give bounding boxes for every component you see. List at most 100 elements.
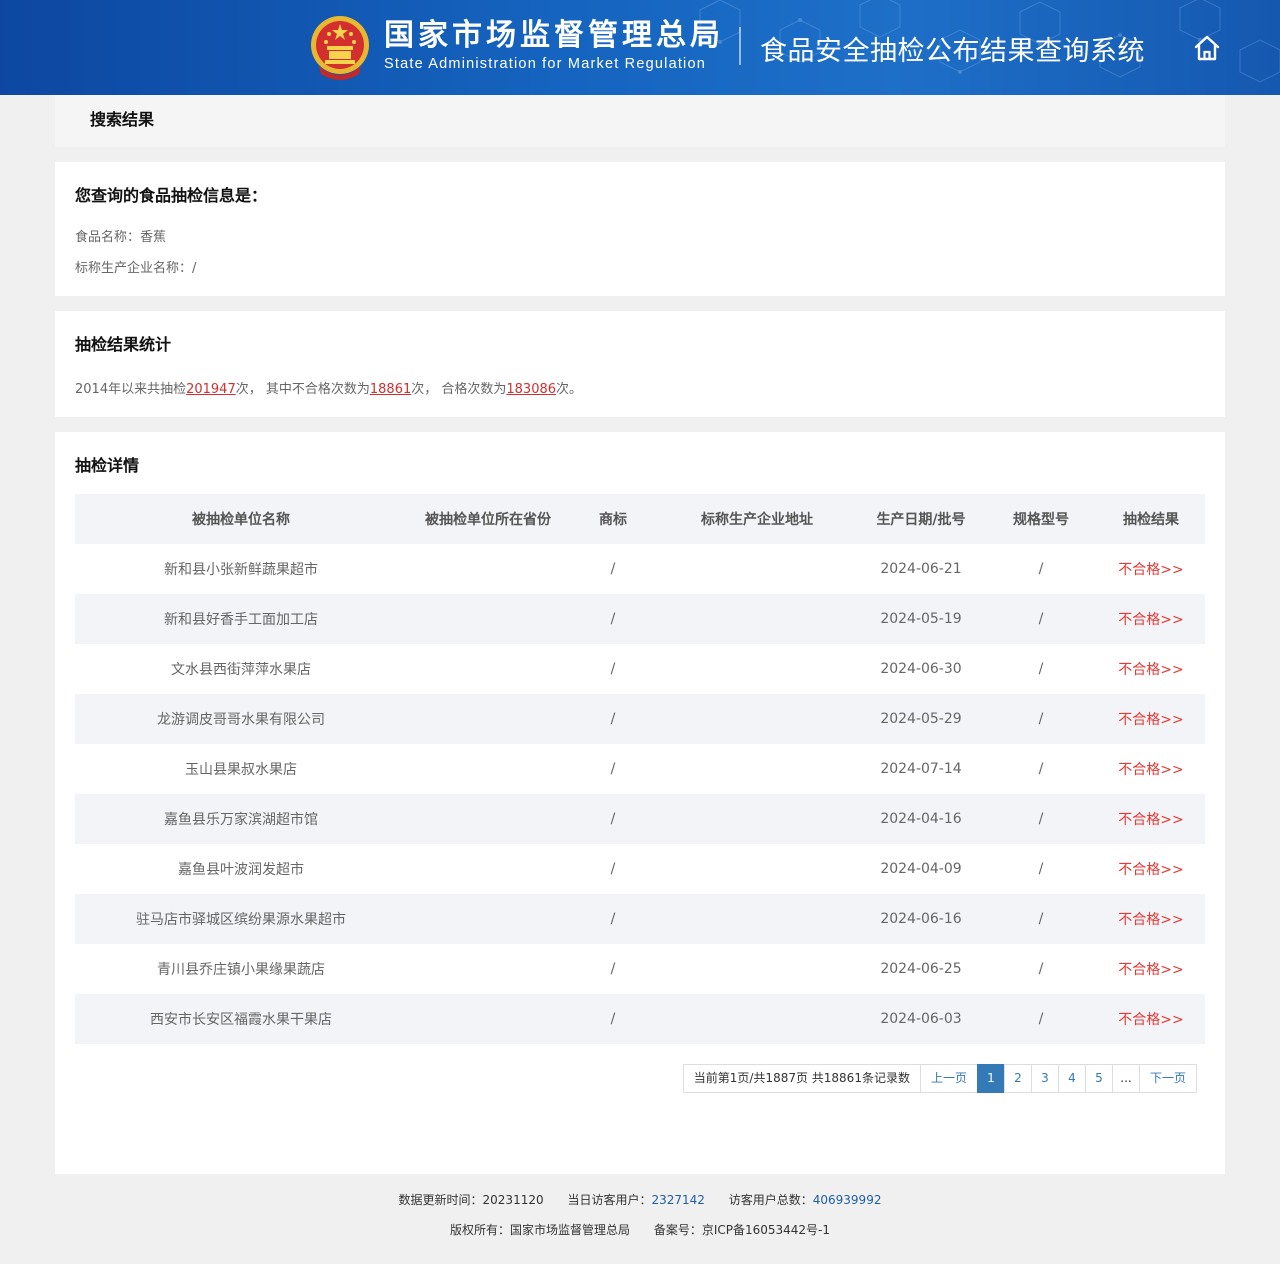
col-header-date: 生产日期/批号 xyxy=(857,494,985,544)
col-header-address: 标称生产企业地址 xyxy=(657,494,857,544)
query-heading: 您查询的食品抽检信息是： xyxy=(75,186,268,205)
cell-spec: / xyxy=(1038,561,1044,577)
result-link[interactable]: 不合格>> xyxy=(1097,994,1205,1044)
table-row: 新和县好香手工面加工店 / 2024-05-19 / 不合格>> xyxy=(75,594,1205,644)
page-button-2[interactable]: 2 xyxy=(1003,1064,1032,1093)
cell-brand: / xyxy=(610,661,616,677)
result-link[interactable]: 不合格>> xyxy=(1097,594,1205,644)
col-header-spec: 规格型号 xyxy=(985,494,1097,544)
result-link[interactable]: 不合格>> xyxy=(1097,744,1205,794)
failed-count-link[interactable]: 18861 xyxy=(370,382,411,397)
stats-summary: 2014年以来共抽检201947次， 其中不合格次数为18861次， 合格次数为… xyxy=(75,378,1205,397)
page-button-4[interactable]: 4 xyxy=(1057,1064,1086,1093)
stats-suffix: 次。 xyxy=(556,382,583,397)
cell-unit-name: 玉山县果叔水果店 xyxy=(185,762,297,778)
cell-address xyxy=(657,994,857,1044)
cell-date: 2024-05-19 xyxy=(857,594,985,644)
page-button-3[interactable]: 3 xyxy=(1030,1064,1059,1093)
food-name: 食品名称：香蕉 xyxy=(75,230,167,245)
visitors-today-label: 当日访客用户： xyxy=(567,1193,652,1207)
cell-province xyxy=(407,794,569,844)
stats-mid1: 次， 其中不合格次数为 xyxy=(235,382,370,397)
page-button-5[interactable]: 5 xyxy=(1084,1064,1113,1093)
result-link[interactable]: 不合格>> xyxy=(1097,844,1205,894)
query-info-card: 您查询的食品抽检信息是： 食品名称：香蕉 标称生产企业名称：/ xyxy=(55,162,1225,296)
agency-name: 国家市场监督管理总局 State Administration for Mark… xyxy=(384,18,724,72)
cell-unit-name: 新和县好香手工面加工店 xyxy=(75,594,407,644)
cell-address xyxy=(657,594,857,644)
cell-date: 2024-06-21 xyxy=(880,561,962,577)
cell-unit-name: 文水县西街萍萍水果店 xyxy=(171,662,311,678)
cell-spec: / xyxy=(985,694,1097,744)
cell-date: 2024-04-09 xyxy=(880,861,962,877)
prev-page-button[interactable]: 上一页 xyxy=(919,1064,978,1093)
cell-address xyxy=(657,794,857,844)
passed-count-link[interactable]: 183086 xyxy=(506,382,556,397)
visitors-total: 访客用户总数：406939992 xyxy=(729,1193,882,1207)
cell-unit-name: 西安市长安区福霞水果干果店 xyxy=(75,994,407,1044)
result-link[interactable]: 不合格>> xyxy=(1097,644,1205,694)
cell-address xyxy=(657,944,857,994)
update-time-label: 数据更新时间： xyxy=(398,1193,483,1207)
national-emblem-icon xyxy=(311,16,369,80)
cell-spec: / xyxy=(985,894,1097,944)
agency-name-cn: 国家市场监督管理总局 xyxy=(384,18,724,53)
footer-stats: 数据更新时间：20231120 当日访客用户：2327142 访客用户总数：40… xyxy=(55,1192,1225,1208)
cell-spec: / xyxy=(985,794,1097,844)
cell-unit-name: 龙游调皮哥哥水果有限公司 xyxy=(75,694,407,744)
results-table: 被抽检单位名称 被抽检单位所在省份 商标 标称生产企业地址 生产日期/批号 规格… xyxy=(75,494,1205,1044)
result-link[interactable]: 不合格>> xyxy=(1097,894,1205,944)
next-page-button[interactable]: 下一页 xyxy=(1138,1064,1197,1093)
cell-spec: / xyxy=(985,994,1097,1044)
home-icon[interactable] xyxy=(1193,34,1221,62)
cell-spec: / xyxy=(1038,861,1044,877)
cell-province xyxy=(407,944,569,994)
table-row: 嘉鱼县乐万家滨湖超市馆 / 2024-04-16 / 不合格>> xyxy=(75,794,1205,844)
cell-address xyxy=(657,844,857,894)
cell-date: 2024-06-03 xyxy=(857,994,985,1044)
details-card: 抽检详情 被抽检单位名称 被抽检单位所在省份 商标 标称生产企业地址 生产日期/… xyxy=(55,432,1225,1174)
cell-unit-name: 嘉鱼县乐万家滨湖超市馆 xyxy=(75,794,407,844)
cell-address xyxy=(657,744,857,794)
result-link[interactable]: 不合格>> xyxy=(1097,794,1205,844)
cell-address xyxy=(657,644,857,694)
cell-spec: / xyxy=(1038,961,1044,977)
copyright-text: 版权所有：国家市场监督管理总局 xyxy=(449,1223,630,1237)
table-header-row: 被抽检单位名称 被抽检单位所在省份 商标 标称生产企业地址 生产日期/批号 规格… xyxy=(75,494,1205,544)
cell-brand: / xyxy=(610,861,616,877)
table-row: 龙游调皮哥哥水果有限公司 / 2024-05-29 / 不合格>> xyxy=(75,694,1205,744)
system-title: 食品安全抽检公布结果查询系统 xyxy=(760,36,1145,67)
visitors-today-value: 2327142 xyxy=(651,1193,705,1207)
table-row: 青川县乔庄镇小果缘果蔬店 / 2024-06-25 / 不合格>> xyxy=(75,944,1205,994)
stats-mid2: 次， 合格次数为 xyxy=(411,382,507,397)
footer-copyright: 版权所有：国家市场监督管理总局 备案号：京ICP备16053442号-1 xyxy=(55,1222,1225,1238)
update-time-value: 20231120 xyxy=(482,1193,544,1207)
header-divider xyxy=(739,27,741,65)
table-row: 嘉鱼县叶波润发超市 / 2024-04-09 / 不合格>> xyxy=(75,844,1205,894)
cell-province xyxy=(407,644,569,694)
cell-brand: / xyxy=(569,794,657,844)
cell-spec: / xyxy=(1038,761,1044,777)
table-row: 玉山县果叔水果店 / 2024-07-14 / 不合格>> xyxy=(75,744,1205,794)
visitors-total-label: 访客用户总数： xyxy=(728,1193,813,1207)
cell-brand: / xyxy=(610,761,616,777)
table-row: 驻马店市驿城区缤纷果源水果超市 / 2024-06-16 / 不合格>> xyxy=(75,894,1205,944)
result-link[interactable]: 不合格>> xyxy=(1097,694,1205,744)
visitors-total-value: 406939992 xyxy=(812,1193,882,1207)
result-link[interactable]: 不合格>> xyxy=(1097,544,1205,594)
details-heading: 抽检详情 xyxy=(75,456,140,475)
page-button-1[interactable]: 1 xyxy=(976,1064,1005,1093)
result-link[interactable]: 不合格>> xyxy=(1097,944,1205,994)
main-container: 搜索结果 您查询的食品抽检信息是： 食品名称：香蕉 标称生产企业名称：/ 抽检结… xyxy=(55,95,1225,1238)
breadcrumb: 搜索结果 xyxy=(55,95,1225,147)
pagination-info: 当前第1页/共1887页 共18861条记录数 xyxy=(682,1064,921,1093)
cell-spec: / xyxy=(985,594,1097,644)
cell-date: 2024-06-16 xyxy=(857,894,985,944)
total-count-link[interactable]: 201947 xyxy=(186,382,236,397)
cell-unit-name: 新和县小张新鲜蔬果超市 xyxy=(164,562,318,578)
stats-card: 抽检结果统计 2014年以来共抽检201947次， 其中不合格次数为18861次… xyxy=(55,311,1225,417)
cell-province xyxy=(407,594,569,644)
col-header-province: 被抽检单位所在省份 xyxy=(407,494,569,544)
table-row: 文水县西街萍萍水果店 / 2024-06-30 / 不合格>> xyxy=(75,644,1205,694)
col-header-unit-name: 被抽检单位名称 xyxy=(75,494,407,544)
